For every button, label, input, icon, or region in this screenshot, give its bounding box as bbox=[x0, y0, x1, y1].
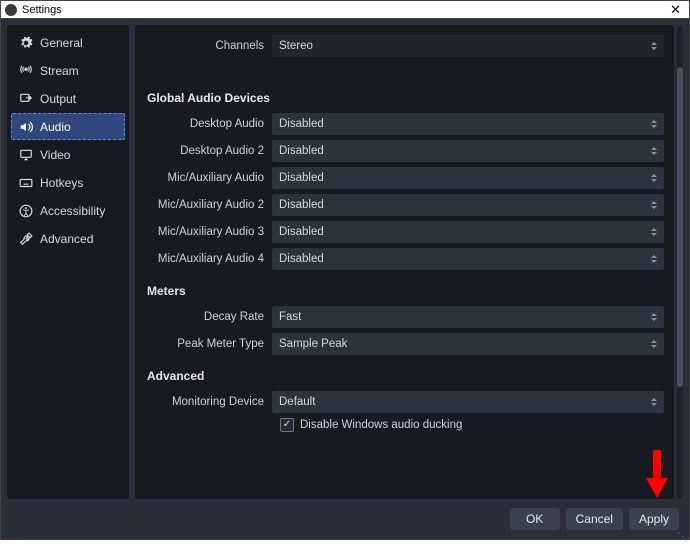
sidebar-item-audio[interactable]: Audio bbox=[11, 113, 125, 140]
label-mic-aux-audio-2: Mic/Auxiliary Audio 2 bbox=[145, 199, 272, 211]
ok-button[interactable]: OK bbox=[510, 508, 560, 530]
chevron-updown-icon bbox=[647, 170, 660, 186]
dropdown-mic-aux-audio[interactable]: Disabled bbox=[272, 167, 664, 189]
label-channels: Channels bbox=[145, 40, 272, 52]
sidebar-item-label: Video bbox=[40, 148, 70, 162]
sidebar-item-label: Stream bbox=[40, 64, 79, 78]
sidebar-item-advanced[interactable]: Advanced bbox=[11, 225, 125, 252]
label-peak-meter-type: Peak Meter Type bbox=[145, 338, 272, 350]
dropdown-value: Fast bbox=[279, 311, 301, 323]
chevron-updown-icon bbox=[647, 197, 660, 213]
window-title: Settings bbox=[22, 4, 666, 16]
label-mic-aux-audio-3: Mic/Auxiliary Audio 3 bbox=[145, 226, 272, 238]
chevron-updown-icon bbox=[647, 143, 660, 159]
gear-icon bbox=[18, 35, 33, 50]
dropdown-value: Disabled bbox=[279, 199, 324, 211]
close-button[interactable]: ✕ bbox=[666, 3, 685, 16]
output-icon bbox=[18, 91, 33, 106]
accessibility-icon bbox=[18, 203, 33, 218]
dropdown-value: Disabled bbox=[279, 172, 324, 184]
chevron-updown-icon bbox=[647, 309, 660, 325]
dropdown-monitoring-device[interactable]: Default bbox=[272, 391, 664, 413]
dropdown-value: Disabled bbox=[279, 226, 324, 238]
label-monitoring-device: Monitoring Device bbox=[145, 396, 272, 408]
dropdown-value: Sample Peak bbox=[279, 338, 347, 350]
label-disable-ducking: Disable Windows audio ducking bbox=[300, 419, 462, 431]
settings-content: Channels Stereo Global Audio Devices Des… bbox=[135, 25, 674, 499]
antenna-icon bbox=[18, 63, 33, 78]
chevron-updown-icon bbox=[647, 336, 660, 352]
dropdown-desktop-audio-2[interactable]: Disabled bbox=[272, 140, 664, 162]
dropdown-desktop-audio[interactable]: Disabled bbox=[272, 113, 664, 135]
section-global-audio-devices: Global Audio Devices bbox=[147, 91, 664, 105]
label-desktop-audio: Desktop Audio bbox=[145, 118, 272, 130]
dropdown-mic-aux-audio-3[interactable]: Disabled bbox=[272, 221, 664, 243]
sidebar-item-label: Audio bbox=[40, 120, 71, 134]
dropdown-channels[interactable]: Stereo bbox=[272, 35, 664, 57]
sidebar-item-label: General bbox=[40, 36, 83, 50]
dropdown-value: Disabled bbox=[279, 253, 324, 265]
sidebar-item-general[interactable]: General bbox=[11, 29, 125, 56]
sidebar-item-label: Advanced bbox=[40, 232, 93, 246]
dropdown-decay-rate[interactable]: Fast bbox=[272, 306, 664, 328]
dropdown-mic-aux-audio-4[interactable]: Disabled bbox=[272, 248, 664, 270]
chevron-updown-icon bbox=[647, 116, 660, 132]
sidebar-item-accessibility[interactable]: Accessibility bbox=[11, 197, 125, 224]
section-advanced: Advanced bbox=[147, 369, 664, 383]
chevron-updown-icon bbox=[647, 38, 660, 54]
tools-icon bbox=[18, 231, 33, 246]
sidebar-item-label: Accessibility bbox=[40, 204, 105, 218]
label-mic-aux-audio-4: Mic/Auxiliary Audio 4 bbox=[145, 253, 272, 265]
sidebar-item-stream[interactable]: Stream bbox=[11, 57, 125, 84]
monitor-icon bbox=[18, 147, 33, 162]
dropdown-peak-meter-type[interactable]: Sample Peak bbox=[272, 333, 664, 355]
app-icon bbox=[5, 4, 17, 16]
apply-button[interactable]: Apply bbox=[629, 508, 679, 530]
label-desktop-audio-2: Desktop Audio 2 bbox=[145, 145, 272, 157]
scrollbar-vertical[interactable] bbox=[677, 25, 683, 499]
titlebar: Settings ✕ bbox=[0, 0, 690, 19]
sidebar-item-label: Hotkeys bbox=[40, 176, 83, 190]
sidebar-item-hotkeys[interactable]: Hotkeys bbox=[11, 169, 125, 196]
chevron-updown-icon bbox=[647, 394, 660, 410]
dropdown-value: Default bbox=[279, 396, 315, 408]
cancel-button[interactable]: Cancel bbox=[566, 508, 623, 530]
dropdown-value: Disabled bbox=[279, 145, 324, 157]
dialog-footer: OK Cancel Apply bbox=[1, 499, 689, 539]
resize-grip[interactable] bbox=[677, 527, 687, 537]
chevron-updown-icon bbox=[647, 251, 660, 267]
speaker-icon bbox=[18, 119, 33, 134]
dropdown-value: Disabled bbox=[279, 118, 324, 130]
section-meters: Meters bbox=[147, 284, 664, 298]
sidebar-item-video[interactable]: Video bbox=[11, 141, 125, 168]
sidebar: General Stream Output Audio Video Hotkey… bbox=[7, 25, 129, 499]
checkbox-disable-ducking[interactable] bbox=[280, 418, 294, 432]
dropdown-value: Stereo bbox=[279, 40, 313, 52]
dropdown-mic-aux-audio-2[interactable]: Disabled bbox=[272, 194, 664, 216]
label-decay-rate: Decay Rate bbox=[145, 311, 272, 323]
scrollbar-thumb[interactable] bbox=[677, 67, 683, 387]
sidebar-item-output[interactable]: Output bbox=[11, 85, 125, 112]
label-mic-aux-audio: Mic/Auxiliary Audio bbox=[145, 172, 272, 184]
chevron-updown-icon bbox=[647, 224, 660, 240]
sidebar-item-label: Output bbox=[40, 92, 76, 106]
keyboard-icon bbox=[18, 175, 33, 190]
